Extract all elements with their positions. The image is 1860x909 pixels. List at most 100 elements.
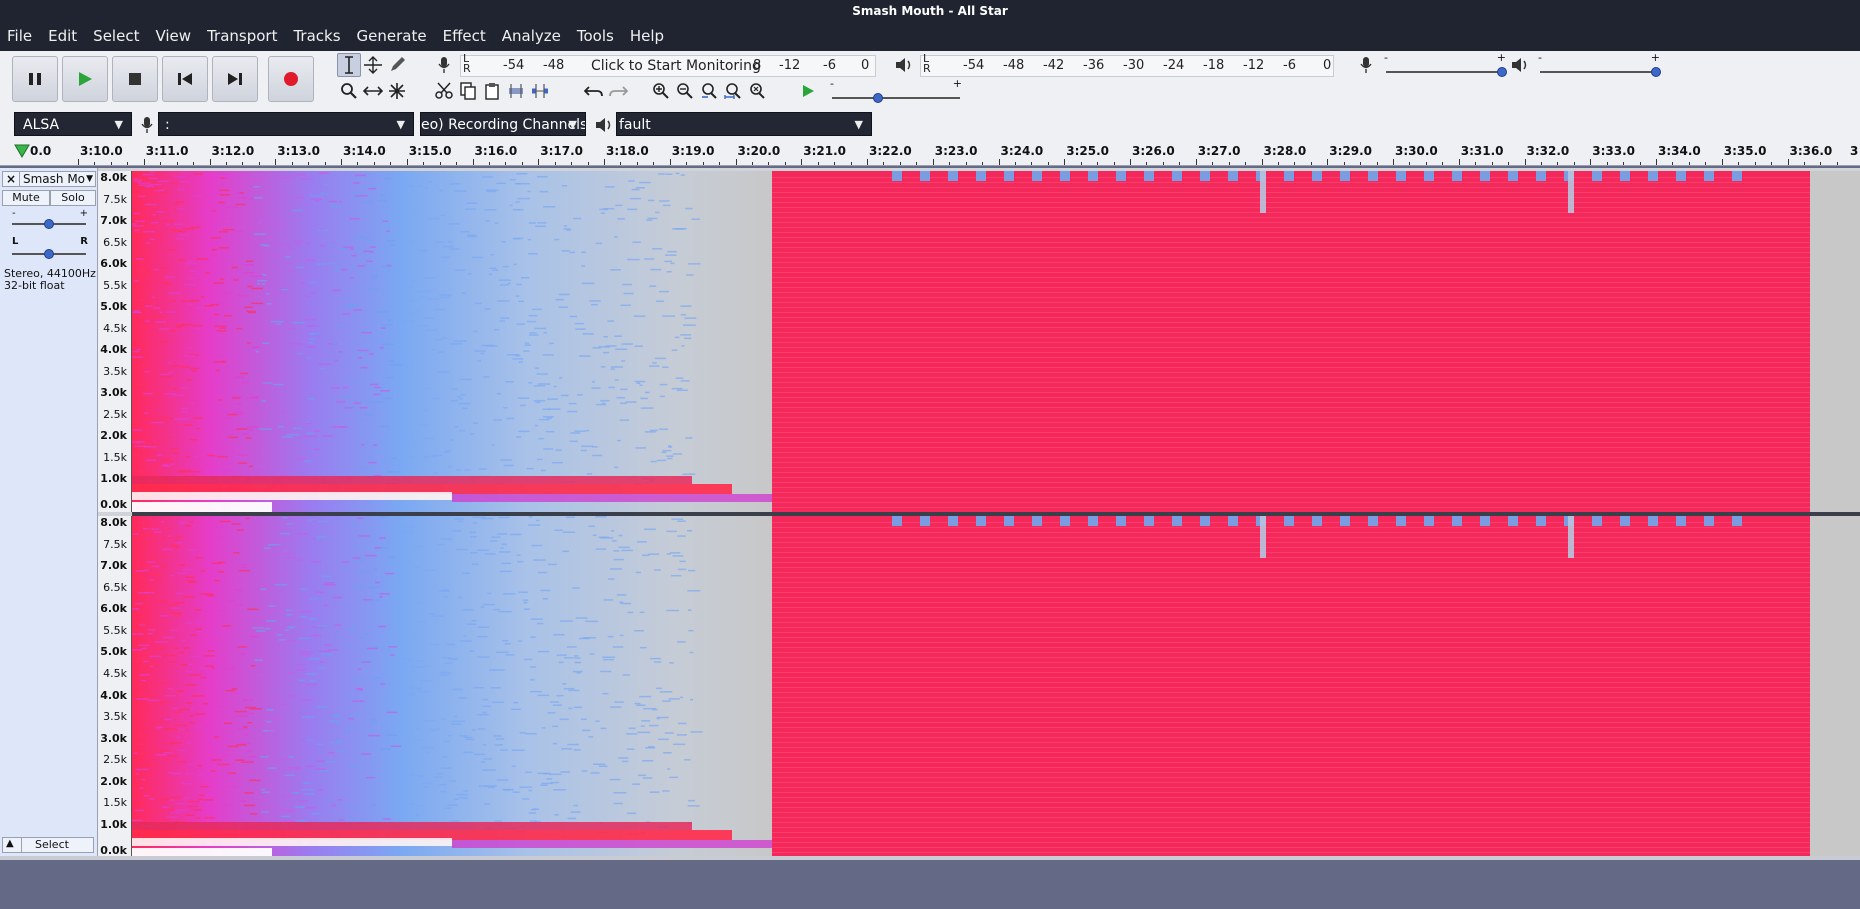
spectrogram-cell — [430, 730, 435, 732]
playback-device-select[interactable]: fault ▼ — [616, 112, 872, 136]
mute-button[interactable]: Mute — [2, 190, 50, 206]
track-name-menu[interactable]: Smash Mou — [20, 172, 86, 186]
redo-button[interactable] — [606, 79, 630, 103]
menu-tools[interactable]: Tools — [570, 22, 623, 51]
selection-tool-button[interactable] — [337, 53, 361, 77]
spectrogram-cell — [168, 661, 176, 663]
play-at-speed-button[interactable] — [796, 79, 820, 103]
spectrogram-cell — [295, 173, 306, 176]
spectrogram-cell — [146, 440, 151, 442]
ruler-label: 3:36.0 — [1789, 144, 1833, 158]
select-track-button[interactable]: Select — [35, 838, 69, 852]
spectrogram-cell — [247, 722, 253, 724]
pause-button[interactable] — [12, 56, 58, 102]
timeline-ruler[interactable]: 0.0 3 3:10.0 3:11.0 3:12.0 3:13.0 3:14.0 3:15… — [0, 141, 1860, 166]
spectrogram-right-image — [132, 516, 1860, 858]
spectrogram-cell — [666, 455, 674, 457]
play-head-icon[interactable] — [14, 144, 30, 158]
close-icon[interactable]: × — [3, 172, 20, 186]
playback-volume-slider[interactable]: - + — [1536, 51, 1662, 77]
solo-button[interactable]: Solo — [50, 190, 96, 206]
menu-analyze[interactable]: Analyze — [495, 22, 570, 51]
track-control-panel[interactable]: × Smash Mou ▼ Mute Solo - + L R Stereo, … — [0, 168, 98, 856]
spectrogram-cell — [214, 736, 220, 738]
spectrogram-cell — [355, 247, 359, 250]
stop-button[interactable] — [112, 56, 158, 102]
menu-effect[interactable]: Effect — [436, 22, 495, 51]
playback-meter[interactable]: L R -54 -48 -42 -36 -30 -24 -18 -12 -6 0 — [920, 53, 1334, 77]
spectrogram-cell — [350, 525, 359, 527]
menu-tracks[interactable]: Tracks — [286, 22, 349, 51]
playback-meter-tick: -18 — [1203, 58, 1225, 73]
copy-button[interactable] — [456, 79, 480, 103]
recording-volume-slider[interactable]: - + — [1382, 51, 1508, 77]
spectrogram-cell — [458, 378, 472, 381]
spectrogram-cell — [615, 348, 628, 351]
recording-device-select[interactable]: : ▼ — [158, 112, 414, 136]
fit-project-button[interactable] — [721, 79, 745, 103]
spectrogram-cell — [309, 332, 322, 335]
spectrogram-cell — [144, 203, 157, 206]
spectrogram-cell — [138, 644, 150, 647]
rec-vol-thumb[interactable] — [1497, 67, 1507, 77]
recording-meter[interactable]: L R Click to Start Monitoring -54 -48 -12-… — [460, 53, 876, 77]
recording-channels-select[interactable]: eo) Recording Channels ▼ — [420, 112, 586, 136]
gain-slider-thumb[interactable] — [44, 219, 54, 229]
play-speed-slider[interactable]: - + — [828, 77, 964, 103]
menu-file[interactable]: File — [0, 22, 41, 51]
spectrogram-cell — [600, 727, 607, 730]
spectrogram-cell — [616, 396, 625, 399]
play-vol-thumb[interactable] — [1651, 67, 1661, 77]
menu-transport[interactable]: Transport — [200, 22, 286, 51]
spectrogram-cell — [386, 240, 396, 242]
spectrogram-cell — [619, 601, 624, 603]
chevron-down-icon[interactable]: ▼ — [86, 174, 95, 184]
spectrogram-cell — [265, 651, 273, 654]
spectrogram-cell — [658, 173, 665, 175]
spectrogram-right-channel[interactable] — [132, 516, 1860, 858]
zoom-toggle-button[interactable] — [745, 79, 769, 103]
pan-slider[interactable]: L R — [10, 236, 88, 260]
spectrogram-cell — [169, 461, 175, 463]
draw-tool-button[interactable] — [385, 53, 409, 77]
audio-host-select[interactable]: ALSA ▼ — [14, 112, 132, 136]
record-meter-button[interactable] — [432, 53, 456, 77]
spectrogram-cell — [546, 417, 552, 419]
spectrogram-cell — [304, 739, 315, 741]
menu-edit[interactable]: Edit — [41, 22, 86, 51]
time-shift-tool-button[interactable] — [361, 79, 385, 103]
spectrogram-cell — [142, 173, 154, 176]
record-button[interactable] — [268, 56, 314, 102]
spectrogram-cell — [388, 360, 396, 362]
menu-view[interactable]: View — [148, 22, 200, 51]
multi-tool-button[interactable] — [385, 79, 409, 103]
paste-button[interactable] — [480, 79, 504, 103]
trim-button[interactable] — [504, 79, 528, 103]
undo-button[interactable] — [582, 79, 606, 103]
skip-to-start-button[interactable] — [162, 56, 208, 102]
envelope-tool-button[interactable] — [361, 53, 385, 77]
pan-slider-thumb[interactable] — [44, 249, 54, 259]
menu-help[interactable]: Help — [623, 22, 673, 51]
menu-generate[interactable]: Generate — [350, 22, 436, 51]
zoom-out-button[interactable] — [673, 79, 697, 103]
play-meter-button[interactable] — [892, 53, 916, 77]
silence-button[interactable] — [528, 79, 552, 103]
spectrogram-cell — [559, 377, 563, 379]
speed-slider-thumb[interactable] — [873, 93, 883, 103]
spectrogram-cell — [234, 375, 244, 378]
cut-button[interactable] — [432, 79, 456, 103]
spectrogram-cell — [136, 657, 149, 660]
play-button[interactable] — [62, 56, 108, 102]
fit-selection-button[interactable] — [697, 79, 721, 103]
skip-to-end-button[interactable] — [212, 56, 258, 102]
collapse-track-icon[interactable]: ▲ — [6, 838, 14, 849]
spectrogram-cell — [320, 244, 326, 247]
zoom-in-button[interactable] — [649, 79, 673, 103]
spectrogram-cell — [437, 543, 445, 546]
spectrogram-left-channel[interactable] — [132, 171, 1860, 512]
spectrogram-cell — [136, 348, 142, 351]
gain-slider[interactable]: - + — [10, 208, 88, 230]
zoom-tool-button[interactable] — [337, 79, 361, 103]
menu-select[interactable]: Select — [86, 22, 148, 51]
